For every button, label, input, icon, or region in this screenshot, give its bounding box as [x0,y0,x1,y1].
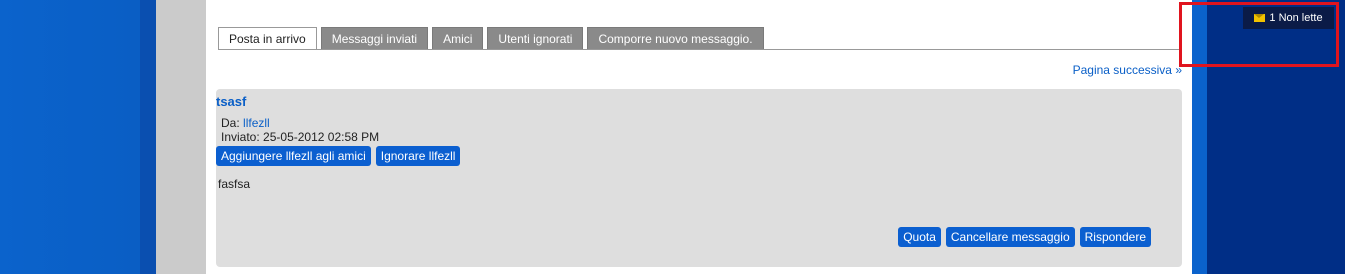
ignore-user-button[interactable]: Ignorare llfezll [375,146,461,166]
message-sent: Inviato: 25-05-2012 02:58 PM [221,130,379,144]
tab-ignored[interactable]: Utenti ignorati [487,27,584,49]
highlight-box [1179,2,1339,67]
tab-inbox[interactable]: Posta in arrivo [218,27,317,50]
from-label: Da: [221,116,240,130]
next-page-link[interactable]: Pagina successiva » [1073,63,1182,77]
message-from: Da: llfezll [221,116,379,130]
reply-button[interactable]: Rispondere [1079,227,1151,247]
tab-divider [218,49,1180,50]
sent-label: Inviato: [221,130,260,144]
message-actions: Quota Cancellare messaggio Rispondere [898,227,1151,247]
left-background-strip [140,0,156,274]
message-body: fasfsa [218,177,251,191]
add-friend-button[interactable]: Aggiungere llfezll agli amici [216,146,371,166]
left-background [0,0,140,274]
quote-button[interactable]: Quota [898,227,941,247]
delete-message-button[interactable]: Cancellare messaggio [945,227,1075,247]
sender-actions: Aggiungere llfezll agli amici Ignorare l… [216,146,461,166]
tab-sent[interactable]: Messaggi inviati [320,27,429,49]
tab-compose[interactable]: Comporre nuovo messaggio. [587,27,764,49]
message-meta: Da: llfezll Inviato: 25-05-2012 02:58 PM [221,116,379,144]
message-card: tsasf Da: llfezll Inviato: 25-05-2012 02… [216,89,1182,267]
sender-link[interactable]: llfezll [243,116,270,130]
gray-column [156,0,206,274]
tab-bar: Posta in arrivo Messaggi inviati Amici U… [218,27,764,50]
tab-friends[interactable]: Amici [432,27,484,49]
sent-date: 25-05-2012 02:58 PM [263,130,380,144]
main-content: Posta in arrivo Messaggi inviati Amici U… [206,0,1192,274]
message-title[interactable]: tsasf [216,94,246,109]
